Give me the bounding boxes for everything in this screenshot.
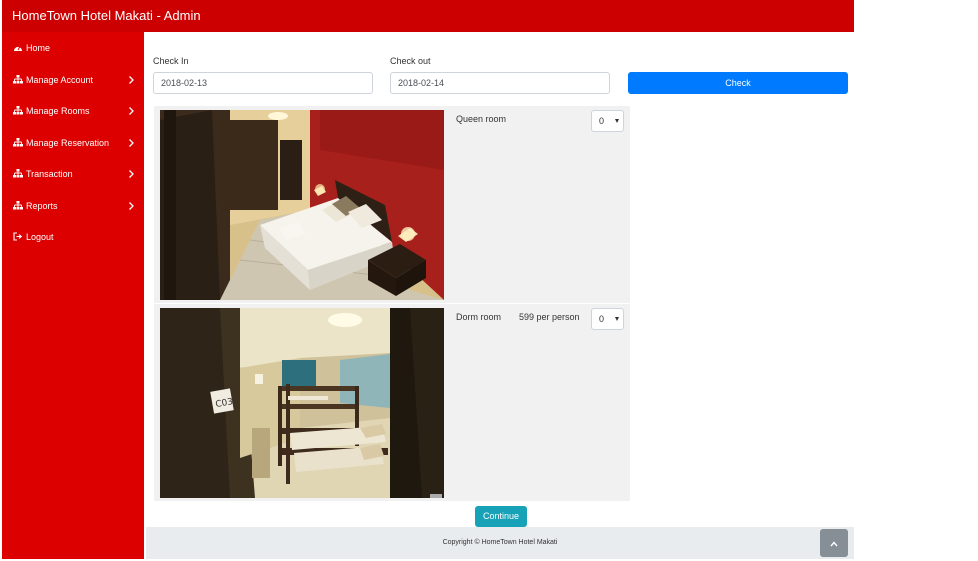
dashboard-icon <box>12 43 23 53</box>
sidebar-item-label: Manage Reservation <box>26 137 110 148</box>
check-button[interactable]: Check <box>628 72 848 94</box>
main-content: Check In 2018-02-13 Check out 2018-02-14… <box>144 32 854 559</box>
chevron-right-icon <box>128 75 135 84</box>
sidebar: Home Manage Account Manage Rooms Manage … <box>2 32 144 559</box>
check-in-label: Check In <box>153 56 189 66</box>
caret-down-icon <box>615 119 619 123</box>
chevron-right-icon <box>128 201 135 210</box>
sitemap-icon <box>12 201 23 211</box>
sidebar-item-transaction[interactable]: Transaction <box>2 158 144 189</box>
admin-app: HomeTown Hotel Makati - Admin Home Manag… <box>2 0 854 559</box>
room-quantity-value: 0 <box>599 314 605 324</box>
sidebar-item-logout[interactable]: Logout <box>2 221 144 252</box>
check-out-input[interactable]: 2018-02-14 <box>390 72 610 94</box>
sidebar-item-label: Manage Account <box>26 74 94 85</box>
sitemap-icon <box>12 106 23 116</box>
room-card-dorm: C03 Dorm room 599 per person 0 <box>154 304 630 501</box>
sitemap-icon <box>12 75 23 85</box>
sitemap-icon <box>12 138 23 148</box>
chevron-right-icon <box>128 106 135 115</box>
sidebar-item-home[interactable]: Home <box>2 32 144 63</box>
sign-out-icon <box>12 232 23 242</box>
sidebar-item-manage-reservation[interactable]: Manage Reservation <box>2 127 144 158</box>
room-quantity-select[interactable]: 0 <box>591 308 624 330</box>
sidebar-item-label: Home <box>26 42 51 53</box>
room-price: 599 per person <box>519 312 580 322</box>
chevron-up-icon <box>830 534 838 552</box>
chevron-right-icon <box>128 169 135 178</box>
dorm-room-photo: C03 <box>160 308 444 498</box>
check-in-input[interactable]: 2018-02-13 <box>153 72 373 94</box>
room-quantity-select[interactable]: 0 <box>591 110 624 132</box>
scroll-to-top-button[interactable] <box>820 529 848 557</box>
queen-room-photo <box>160 110 444 300</box>
sidebar-item-label: Transaction <box>26 168 73 179</box>
room-name: Dorm room <box>456 312 502 322</box>
room-name: Queen room <box>456 114 507 124</box>
sidebar-item-label: Reports <box>26 200 58 211</box>
sidebar-item-label: Manage Rooms <box>26 105 90 116</box>
check-out-label: Check out <box>390 56 431 66</box>
footer: Copyright © HomeTown Hotel Makati <box>146 527 854 559</box>
sidebar-item-label: Logout <box>26 231 54 242</box>
sitemap-icon <box>12 169 23 179</box>
sidebar-item-manage-rooms[interactable]: Manage Rooms <box>2 95 144 126</box>
room-quantity-value: 0 <box>599 116 605 126</box>
caret-down-icon <box>615 317 619 321</box>
copyright-text: Copyright © HomeTown Hotel Makati <box>442 539 558 546</box>
chevron-right-icon <box>128 138 135 147</box>
sidebar-item-reports[interactable]: Reports <box>2 190 144 221</box>
room-card-queen: Queen room 0 <box>154 106 630 303</box>
top-navbar: HomeTown Hotel Makati - Admin <box>2 0 854 32</box>
app-title[interactable]: HomeTown Hotel Makati - Admin <box>12 8 201 23</box>
continue-button[interactable]: Continue <box>475 506 527 527</box>
sidebar-item-manage-account[interactable]: Manage Account <box>2 64 144 95</box>
